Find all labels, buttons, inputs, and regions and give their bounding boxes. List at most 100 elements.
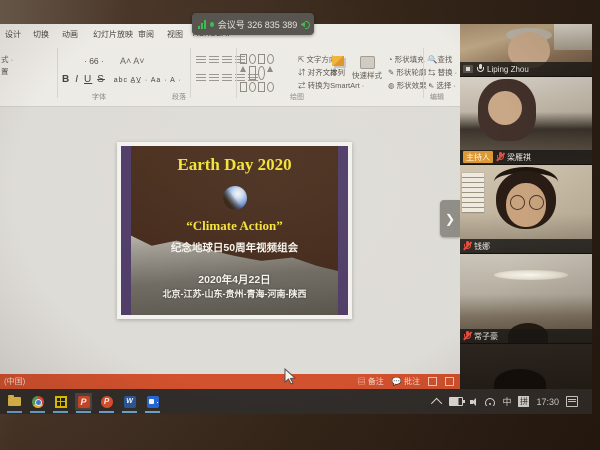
chrome-icon (32, 396, 44, 408)
taskbar-file-explorer[interactable] (6, 393, 23, 410)
italic-button[interactable]: I (75, 74, 79, 85)
font-size-input[interactable]: · 66 · (84, 56, 104, 66)
font-style-buttons: BIUS abc A̲V̲ · Aa · A · (62, 74, 187, 85)
slide-title: Earth Day 2020 (121, 155, 348, 175)
powerpoint-icon: P (78, 396, 90, 408)
slide-canvas[interactable]: Earth Day 2020 “Climate Action” 纪念地球日50周… (0, 107, 460, 374)
smartart-button[interactable]: ⇄ 转换为SmartArt · (298, 80, 364, 91)
signal-strength-icon (198, 20, 206, 29)
photo-of-laptop-screen: 设计 切换 动画 幻灯片放映 审阅 视图 ACROBAT 式 · 置 · 66 … (0, 0, 600, 450)
battery-icon[interactable] (449, 397, 463, 406)
tab-slideshow[interactable]: 幻灯片放映 (93, 29, 133, 40)
language-indicator: (中国) (4, 376, 25, 387)
taskbar-app-orange[interactable]: P (98, 393, 115, 410)
bold-button[interactable]: B (62, 74, 70, 85)
arrange-icon (332, 56, 344, 66)
clock[interactable]: 17:30 (536, 397, 559, 407)
glasses-left-lens (510, 195, 525, 210)
taskbar-word[interactable]: W (121, 393, 138, 410)
meeting-video-sidebar: ❯ Liping Zhou 主持人 梁雁祺 (460, 24, 592, 389)
participant-label: 钱娜 (460, 239, 592, 253)
participant-label: Liping Zhou (460, 62, 592, 76)
shape-outline-button[interactable]: ✎ 形状轮廓 · (388, 67, 431, 78)
participant-video[interactable]: Liping Zhou (460, 24, 592, 77)
mic-muted-icon (463, 331, 471, 341)
participant-video[interactable]: 主持人 梁雁祺 (460, 77, 592, 165)
find-button[interactable]: 🔍查找 (428, 54, 452, 65)
tab-review[interactable]: 审阅 (138, 29, 154, 40)
tab-transitions[interactable]: 切换 (33, 29, 49, 40)
comments-button[interactable]: 💬 批注 (392, 376, 420, 387)
meeting-id: 会议号 326 835 389 (218, 18, 298, 31)
paragraph-group-label: 段落 (172, 92, 186, 102)
normal-view-icon[interactable] (428, 377, 437, 386)
tab-design[interactable]: 设计 (5, 29, 21, 40)
participant-name: 梁雁祺 (507, 152, 531, 163)
sidebar-collapse-button[interactable]: ❯ (440, 200, 460, 237)
shape-effects-button[interactable]: ◍ 形状效果 · (388, 80, 431, 91)
participant-head (494, 369, 546, 391)
participant-video[interactable]: 常子豪 (460, 254, 592, 344)
more-font-buttons[interactable]: abc A̲V̲ · Aa · A · (114, 77, 182, 84)
grid-app-icon (55, 396, 67, 408)
select-button[interactable]: ⇖ 选择 · (428, 80, 456, 91)
underline-button[interactable]: U (84, 74, 92, 85)
orange-p-icon: P (101, 396, 113, 408)
editing-group-label: 编辑 (430, 92, 444, 102)
powerpoint-ribbon: 设计 切换 动画 幻灯片放映 审阅 视图 ACROBAT 式 · 置 · 66 … (0, 24, 460, 107)
drawing-group-label: 绘图 (290, 92, 304, 102)
earth-image (223, 186, 247, 210)
strike-button[interactable]: S (97, 74, 105, 85)
powerpoint-status-bar: (中国) ▤ 备注 💬 批注 (0, 374, 460, 389)
bullet-list-icons[interactable] (196, 56, 245, 63)
word-icon: W (124, 396, 136, 408)
host-badge: 主持人 (463, 151, 493, 163)
arrange-button[interactable]: 排列 (330, 56, 345, 78)
folder-icon (8, 397, 21, 406)
quick-styles-button[interactable]: 快速样式 (352, 56, 382, 81)
participant-face (488, 91, 522, 125)
tab-view[interactable]: 视图 (167, 29, 183, 40)
notes-button[interactable]: ▤ 备注 (358, 376, 384, 387)
glasses-right-lens (529, 195, 544, 210)
laptop-screen: 设计 切换 动画 幻灯片放映 审阅 视图 ACROBAT 式 · 置 · 66 … (0, 24, 592, 414)
participant-name: Liping Zhou (487, 65, 529, 74)
slide-date: 2020年4月22日 (121, 272, 348, 287)
slide-locations: 北京-江苏-山东-贵州-青海-河南-陕西 (121, 287, 348, 300)
taskbar-meeting-app[interactable] (144, 393, 161, 410)
participant-video[interactable] (460, 344, 592, 391)
ceiling-lamp (494, 270, 568, 280)
shapes-gallery[interactable] (240, 54, 274, 92)
taskbar-app-yellow[interactable] (52, 393, 69, 410)
sorter-view-icon[interactable] (445, 377, 454, 386)
slide-design: Earth Day 2020 “Climate Action” 纪念地球日50周… (121, 146, 348, 315)
participant-label: 常子豪 (460, 329, 592, 343)
screen-share-icon (463, 65, 473, 73)
windows-taskbar: P P W 中 拼 17:30 (0, 389, 592, 414)
slide[interactable]: Earth Day 2020 “Climate Action” 纪念地球日50周… (117, 142, 352, 319)
notification-center-icon[interactable] (566, 396, 578, 407)
wall-poster (462, 173, 484, 213)
participant-name: 常子豪 (474, 331, 498, 342)
volume-icon[interactable] (470, 398, 478, 406)
meeting-app-icon (147, 396, 159, 408)
window-light (554, 24, 592, 50)
tab-animations[interactable]: 动画 (62, 29, 78, 40)
wifi-icon[interactable] (485, 398, 495, 406)
font-group-label: 字体 (92, 92, 106, 102)
participant-video[interactable]: 钱娜 (460, 165, 592, 254)
participant-label: 主持人 梁雁祺 (460, 150, 592, 164)
mic-muted-icon (496, 152, 504, 162)
tray-expand-icon[interactable] (431, 397, 442, 408)
layout-button-partial[interactable]: 式 · (1, 54, 13, 65)
reset-button-partial[interactable]: 置 (1, 66, 9, 77)
taskbar-powerpoint[interactable]: P (75, 393, 92, 410)
mic-on-icon (476, 64, 484, 74)
speaker-icon[interactable] (301, 20, 308, 29)
ime-language-indicator[interactable]: 中 (502, 395, 511, 408)
ime-mode-icon[interactable]: 拼 (518, 396, 529, 407)
meeting-overlay-bar[interactable]: 会议号 326 835 389 (192, 13, 314, 35)
replace-button[interactable]: ⇆ 替换 · (428, 67, 457, 78)
mouse-cursor (283, 368, 297, 386)
taskbar-chrome[interactable] (29, 393, 46, 410)
